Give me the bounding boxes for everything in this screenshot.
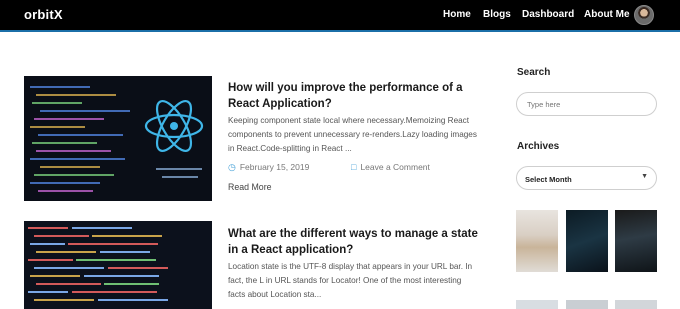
post-excerpt: Location state is the UTF-8 display that… [228, 262, 473, 299]
nav-blogs[interactable]: Blogs [483, 9, 511, 20]
react-code-image [24, 76, 212, 201]
calendar-icon: ◷ [228, 162, 236, 172]
search-heading: Search [517, 67, 551, 78]
post-thumbnail[interactable] [24, 76, 212, 201]
gallery-image[interactable] [615, 210, 657, 272]
post-thumbnail[interactable] [24, 221, 212, 309]
nav-about-me[interactable]: About Me [584, 9, 630, 20]
select-month-label: Select Month [525, 175, 572, 184]
post-date-text: February 15, 2019 [239, 162, 310, 172]
post-title[interactable]: How will you improve the performance of … [228, 80, 478, 112]
gallery-image[interactable] [516, 300, 558, 309]
top-navbar [0, 0, 680, 30]
post-date: ◷ February 15, 2019 [228, 162, 309, 173]
site-logo[interactable]: orbitX [24, 7, 63, 22]
gallery-image[interactable] [615, 300, 657, 309]
chevron-down-icon: ▼ [641, 173, 648, 180]
archives-heading: Archives [517, 141, 560, 152]
html-code-image [24, 221, 212, 309]
nav-dashboard[interactable]: Dashboard [522, 9, 574, 20]
leave-comment-text[interactable]: Leave a Comment [360, 162, 429, 172]
nav-home[interactable]: Home [443, 9, 471, 20]
post-excerpt: Keeping component state local where nece… [228, 116, 477, 153]
search-input[interactable] [516, 92, 657, 116]
post-title[interactable]: What are the different ways to manage a … [228, 226, 478, 258]
user-avatar[interactable] [634, 5, 654, 25]
archives-month-select[interactable]: Select Month ▼ [516, 166, 657, 190]
gallery-image[interactable] [516, 210, 558, 272]
leave-comment-link[interactable]: □ Leave a Comment [351, 162, 430, 172]
comment-icon: □ [351, 162, 357, 172]
gallery-image[interactable] [566, 210, 608, 272]
header-accent-line [0, 30, 680, 32]
gallery-image[interactable] [566, 300, 608, 309]
read-more-link[interactable]: Read More [228, 182, 272, 192]
